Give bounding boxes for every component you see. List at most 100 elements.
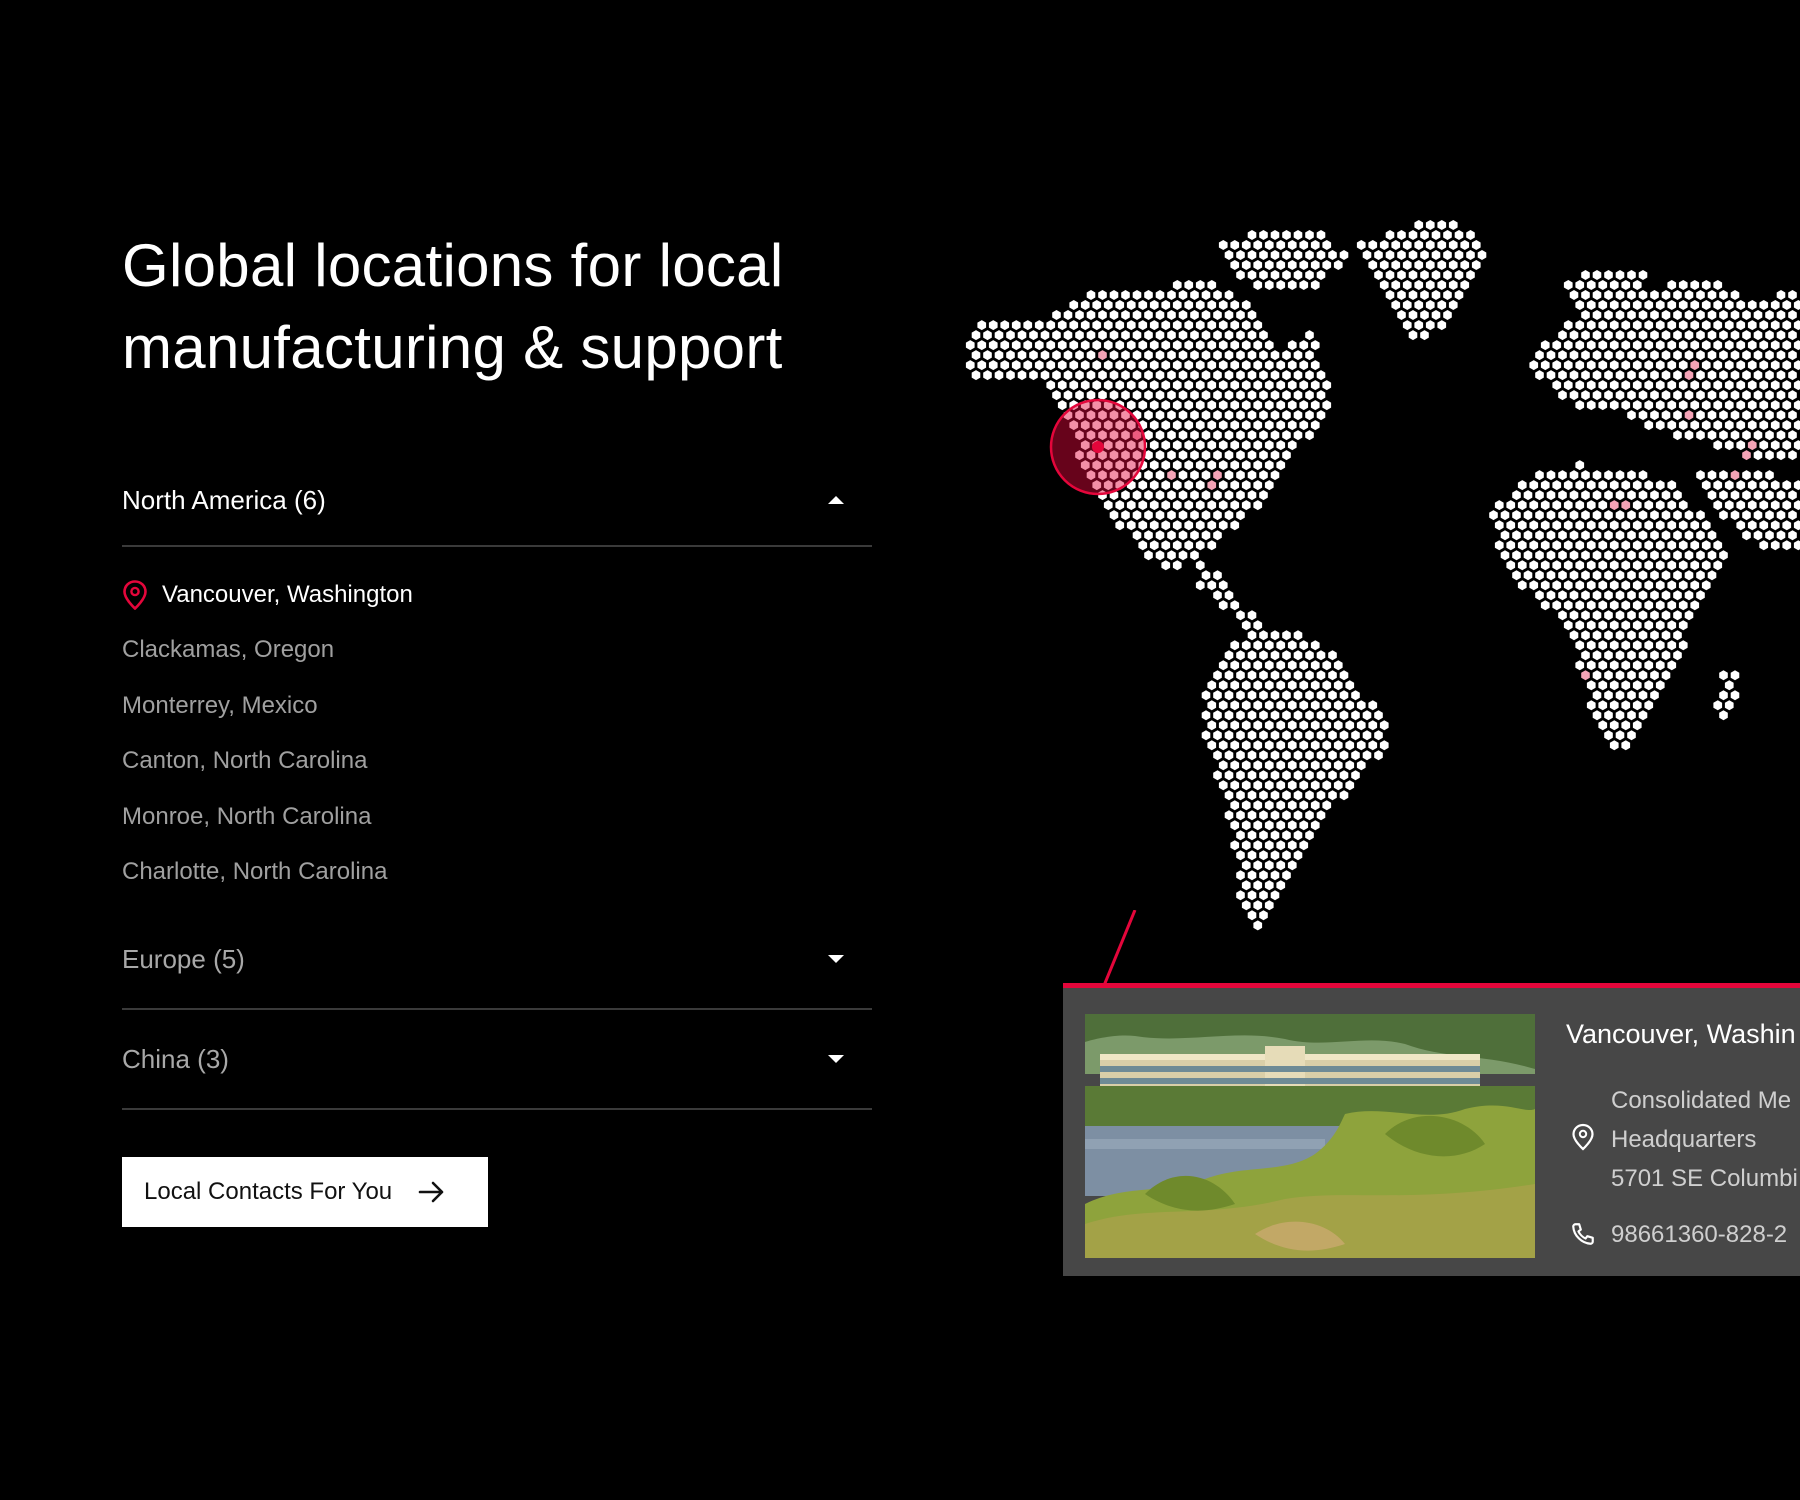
map-dot — [1259, 370, 1268, 381]
map-dot — [1621, 300, 1631, 310]
map-dot — [977, 340, 987, 351]
location-item-vancouver[interactable]: Vancouver, Washington — [122, 567, 872, 623]
map-location-dot[interactable] — [1167, 470, 1176, 481]
map-location-dot[interactable] — [1581, 670, 1590, 681]
map-dot — [1678, 500, 1688, 511]
map-location-dot[interactable] — [1213, 470, 1222, 481]
map-dot — [1236, 650, 1245, 661]
map-dot — [1241, 260, 1251, 270]
map-dot — [1126, 500, 1136, 511]
map-dot — [1586, 300, 1596, 310]
map-dot — [1287, 720, 1297, 731]
map-dot — [1673, 350, 1682, 361]
map-dot — [1713, 440, 1723, 451]
location-item-canton[interactable]: Canton, North Carolina — [122, 734, 872, 790]
map-dot — [1161, 480, 1171, 491]
card-phone-number[interactable]: 98661360-828-2 — [1611, 1221, 1787, 1249]
map-dot — [1667, 660, 1677, 671]
map-dot — [1149, 460, 1159, 471]
map-dot — [1569, 630, 1579, 641]
map-dot — [1247, 230, 1257, 240]
map-dot — [1632, 340, 1642, 351]
location-item-charlotte[interactable]: Charlotte, North Carolina — [122, 845, 872, 901]
map-dot — [1713, 360, 1723, 371]
map-dot — [1138, 320, 1148, 331]
map-dot — [1299, 820, 1309, 831]
map-dot — [1144, 410, 1153, 421]
map-location-dot[interactable] — [1621, 500, 1631, 511]
map-dot — [1776, 390, 1786, 401]
map-dot — [1719, 510, 1728, 521]
map-location-dot[interactable] — [1742, 450, 1751, 461]
map-dot — [1569, 290, 1579, 300]
map-dot — [1569, 330, 1579, 341]
location-item-clackamas[interactable]: Clackamas, Oregon — [122, 623, 872, 679]
map-dot — [1793, 500, 1800, 511]
map-location-dot[interactable] — [1747, 440, 1757, 451]
location-item-monterrey[interactable]: Monterrey, Mexico — [122, 678, 872, 734]
map-location-dot[interactable] — [1684, 410, 1694, 421]
location-item-monroe[interactable]: Monroe, North Carolina — [122, 789, 872, 845]
map-dot — [1253, 720, 1263, 731]
map-location-dot[interactable] — [1690, 360, 1700, 371]
map-dot — [1287, 800, 1297, 811]
local-contacts-button[interactable]: Local Contacts For You — [122, 1157, 488, 1227]
map-dot — [1270, 810, 1280, 821]
map-dot — [1264, 840, 1274, 851]
map-dot — [1167, 490, 1176, 501]
active-location-marker[interactable] — [1049, 398, 1147, 496]
map-dot — [1172, 440, 1182, 451]
map-location-dot[interactable] — [1609, 500, 1619, 511]
map-dot — [1552, 480, 1562, 491]
map-dot — [1270, 370, 1280, 381]
map-dot — [1236, 830, 1245, 841]
map-dot — [1201, 490, 1211, 501]
map-dot — [1310, 340, 1320, 351]
map-dot — [1282, 270, 1291, 280]
region-north-america-header[interactable]: North America (6) — [122, 455, 872, 547]
region-europe-header[interactable]: Europe (5) — [122, 910, 872, 1010]
map-dot — [1667, 620, 1677, 631]
map-dot — [1293, 410, 1303, 421]
map-dot — [1638, 270, 1648, 280]
map-location-dot[interactable] — [1098, 350, 1107, 361]
map-dot — [1644, 360, 1654, 371]
map-dot — [1627, 650, 1636, 661]
map-dot — [1282, 790, 1291, 801]
map-location-dot[interactable] — [1684, 370, 1694, 381]
map-dot — [1644, 560, 1654, 571]
map-dot — [1207, 320, 1217, 331]
map-dot — [988, 340, 998, 351]
map-dot-grid — [965, 220, 1800, 931]
map-dot — [1270, 750, 1280, 761]
map-dot — [1471, 240, 1481, 250]
map-location-dot[interactable] — [1730, 470, 1740, 481]
map-dot — [1184, 460, 1194, 471]
map-location-dot[interactable] — [1207, 480, 1217, 491]
map-dot — [1724, 500, 1734, 511]
map-dot — [1552, 560, 1562, 571]
map-dot — [1253, 340, 1263, 351]
map-dot — [1788, 410, 1797, 421]
map-dot — [1333, 760, 1343, 771]
map-dot — [1201, 390, 1211, 401]
map-dot — [1581, 590, 1590, 601]
map-dot — [1696, 570, 1705, 581]
map-dot — [1632, 540, 1642, 551]
map-dot — [1621, 740, 1631, 751]
map-dot — [1667, 340, 1677, 351]
map-dot — [1305, 230, 1314, 240]
map-dot — [1155, 550, 1165, 561]
world-map[interactable] — [930, 210, 1800, 970]
map-dot — [1644, 680, 1654, 691]
map-dot — [1661, 390, 1671, 401]
map-dot — [1328, 750, 1337, 761]
map-dot — [1270, 390, 1280, 401]
map-dot — [1379, 720, 1389, 731]
map-dot — [1655, 520, 1665, 531]
region-china-header[interactable]: China (3) — [122, 1010, 872, 1110]
map-dot — [1575, 280, 1585, 290]
map-dot — [1431, 230, 1441, 240]
map-dot — [1184, 420, 1194, 431]
map-dot — [1316, 370, 1326, 381]
